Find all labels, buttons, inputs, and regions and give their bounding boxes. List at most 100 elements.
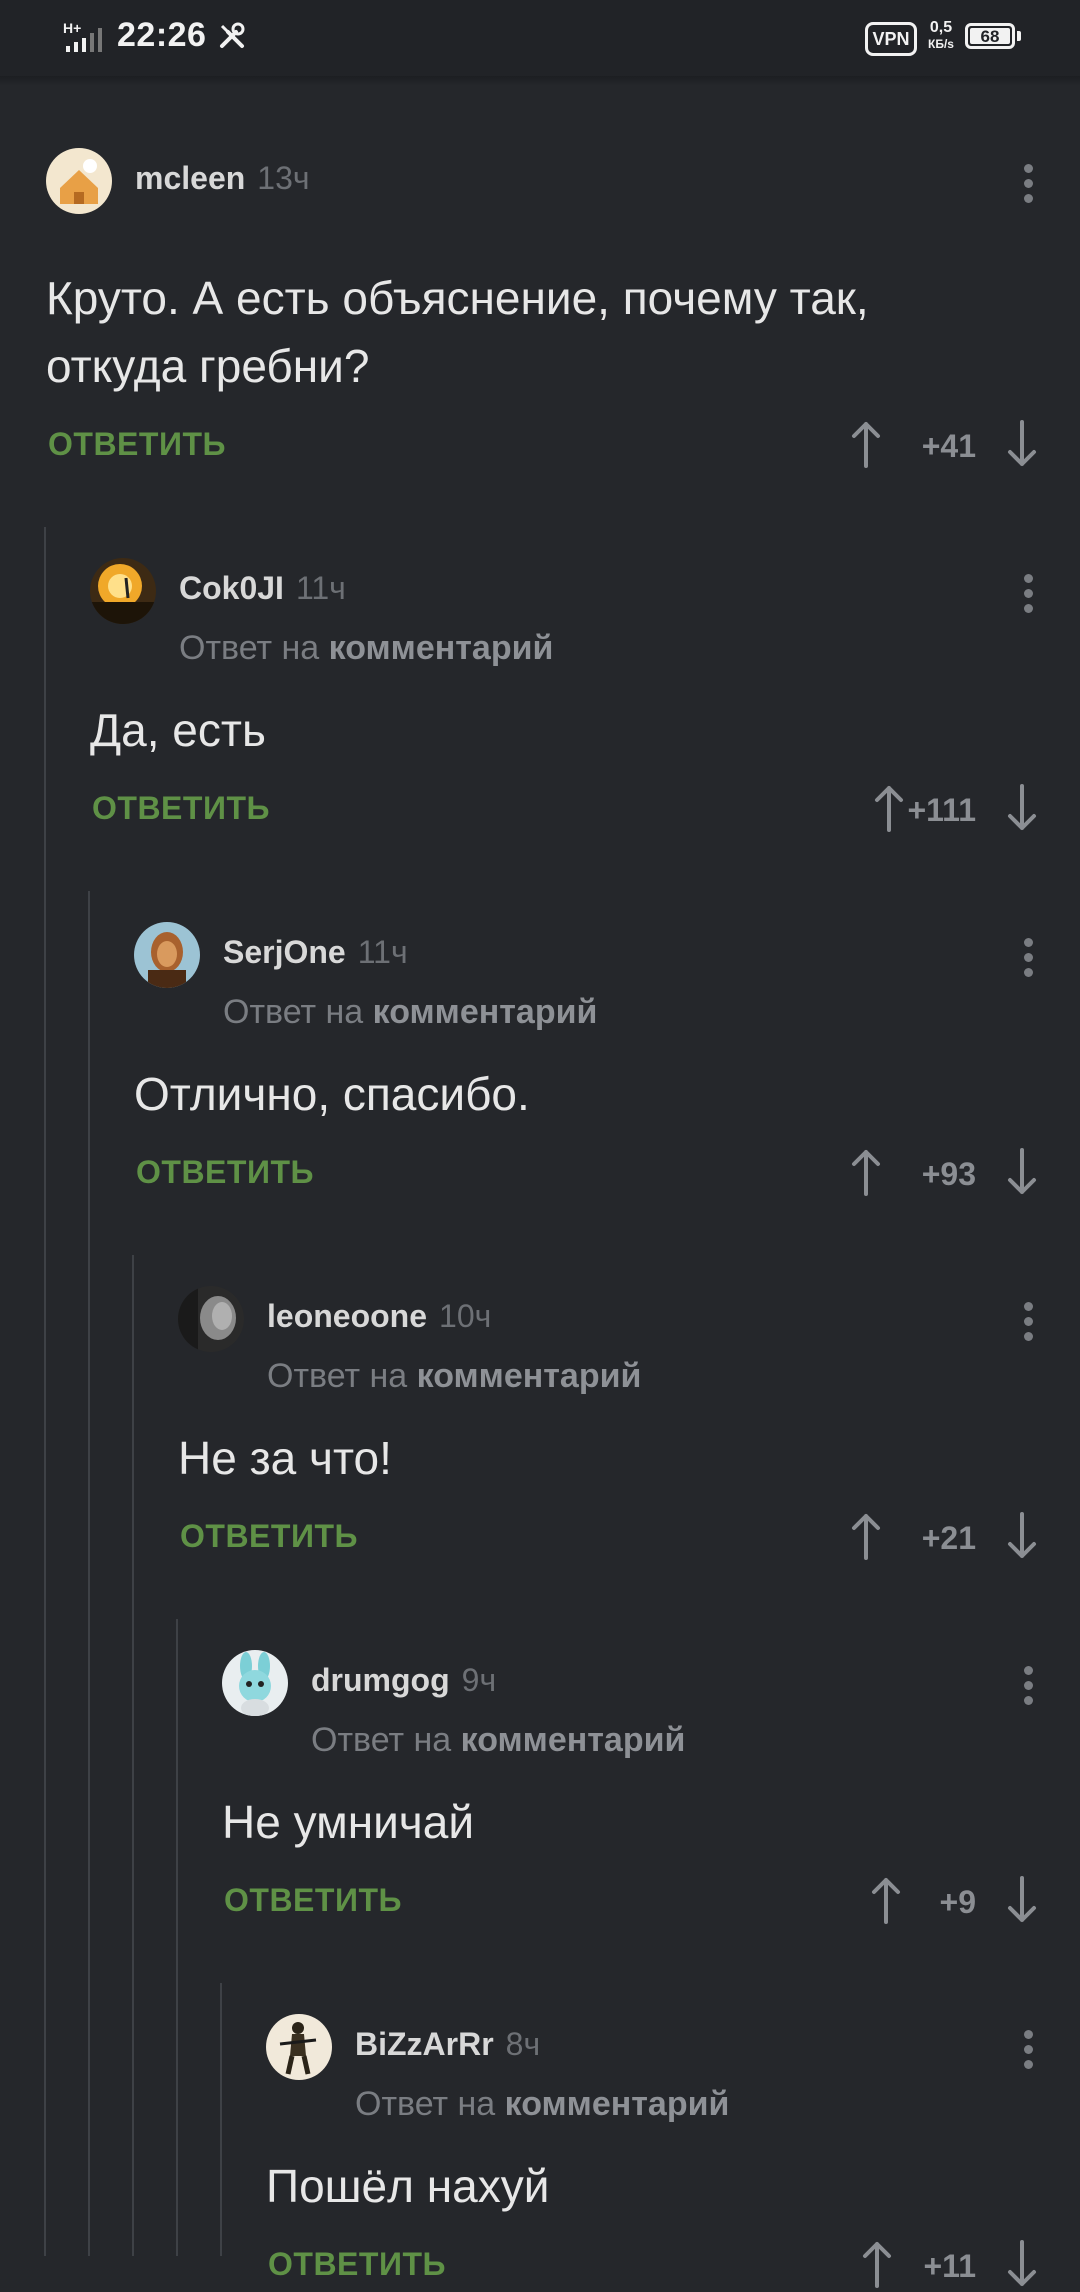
comment: mcleen 13ч Круто. А есть объяснение, поче… bbox=[46, 148, 1080, 508]
vpn-badge: VPN bbox=[865, 22, 917, 56]
portrait-avatar-icon[interactable] bbox=[134, 922, 200, 988]
downvote-arrow-icon[interactable] bbox=[1004, 1512, 1040, 1560]
comment-author[interactable]: Cok0JI 11ч bbox=[179, 570, 346, 607]
reply-to-prefix: Ответ на bbox=[179, 629, 320, 667]
vote-score: +11 bbox=[923, 2248, 976, 2284]
reply-to-link[interactable]: комментарий bbox=[505, 2085, 730, 2123]
thread-line bbox=[132, 1255, 134, 2256]
reply-to: Ответ на комментарий bbox=[311, 1721, 685, 1760]
more-options-icon[interactable] bbox=[1022, 938, 1034, 978]
comment-text-line: Не за что! bbox=[178, 1432, 392, 1484]
reply-to-prefix: Ответ на bbox=[267, 1357, 408, 1395]
comment-actions: ОТВЕТИТЬ +111 bbox=[90, 780, 1080, 836]
reply-button[interactable]: ОТВЕТИТЬ bbox=[92, 790, 270, 827]
author-name[interactable]: drumgog bbox=[311, 1662, 450, 1698]
more-options-icon[interactable] bbox=[1022, 2030, 1034, 2070]
comment-time: 10ч bbox=[439, 1298, 492, 1334]
comment-header: SerjOne 11ч Ответ на комментарий bbox=[134, 922, 1080, 1031]
reply-to-link[interactable]: комментарий bbox=[329, 629, 554, 667]
upvote-arrow-icon[interactable] bbox=[848, 1148, 884, 1196]
more-options-icon[interactable] bbox=[1022, 1302, 1034, 1342]
battery-level: 68 bbox=[970, 28, 1010, 45]
more-options-icon[interactable] bbox=[1022, 574, 1034, 614]
upvote-arrow-icon[interactable] bbox=[848, 420, 884, 468]
face-avatar-icon[interactable] bbox=[178, 1286, 244, 1352]
upvote-arrow-icon[interactable] bbox=[871, 784, 907, 832]
comment-actions: ОТВЕТИТЬ +93 bbox=[134, 1144, 1080, 1200]
reply-button[interactable]: ОТВЕТИТЬ bbox=[268, 2246, 446, 2283]
comment-text-line: Да, есть bbox=[90, 704, 266, 756]
downvote-arrow-icon[interactable] bbox=[1004, 420, 1040, 468]
comment-author[interactable]: leoneoone 10ч bbox=[267, 1298, 491, 1335]
soldier-avatar-icon[interactable] bbox=[266, 2014, 332, 2080]
comment-text: Да, есть bbox=[90, 696, 266, 764]
vote-score: +21 bbox=[921, 1520, 976, 1556]
comment: leoneoone 10ч Ответ на комментарий Не за … bbox=[178, 1286, 1080, 1626]
status-bar: H+ 22:26 VPN 0,5 КБ/s 68 bbox=[0, 0, 1080, 76]
comment-header: drumgog 9ч Ответ на комментарий bbox=[222, 1650, 1080, 1759]
reply-to-link[interactable]: комментарий bbox=[417, 1357, 642, 1395]
reply-button[interactable]: ОТВЕТИТЬ bbox=[48, 426, 226, 463]
vote-score: +93 bbox=[921, 1156, 976, 1192]
author-name[interactable]: leoneoone bbox=[267, 1298, 427, 1334]
comment-author[interactable]: SerjOne 11ч bbox=[223, 934, 408, 971]
thread-line bbox=[176, 1619, 178, 2256]
comment: Cok0JI 11ч Ответ на комментарий Да, есть … bbox=[90, 558, 1080, 898]
reply-to-prefix: Ответ на bbox=[223, 993, 364, 1031]
reply-to-prefix: Ответ на bbox=[311, 1721, 452, 1759]
comment-text-line: Отлично, спасибо. bbox=[134, 1068, 530, 1120]
status-shadow bbox=[0, 76, 1080, 86]
sunset-avatar-icon[interactable] bbox=[90, 558, 156, 624]
upvote-arrow-icon[interactable] bbox=[848, 1512, 884, 1560]
more-options-icon[interactable] bbox=[1022, 1666, 1034, 1706]
signal-icon: H+ bbox=[63, 20, 102, 52]
comment-actions: ОТВЕТИТЬ +9 bbox=[222, 1872, 1080, 1928]
author-name[interactable]: Cok0JI bbox=[179, 570, 284, 606]
reply-button[interactable]: ОТВЕТИТЬ bbox=[180, 1518, 358, 1555]
thread-line bbox=[88, 891, 90, 2256]
comment: BiZzArRr 8ч Ответ на комментарий Пошёл на… bbox=[266, 2014, 1080, 2288]
downvote-arrow-icon[interactable] bbox=[1004, 1148, 1040, 1196]
reply-to-link[interactable]: комментарий bbox=[461, 1721, 686, 1759]
tools-icon bbox=[220, 22, 245, 48]
comment-header: mcleen 13ч bbox=[46, 148, 1080, 218]
network-speed: 0,5 КБ/s bbox=[924, 20, 958, 52]
comment-time: 11ч bbox=[357, 934, 408, 970]
comment-author[interactable]: BiZzArRr 8ч bbox=[355, 2026, 540, 2063]
author-name[interactable]: SerjOne bbox=[223, 934, 346, 970]
comment-text: Круто. А есть объяснение, почему так, от… bbox=[46, 264, 869, 400]
comment-text: Пошёл нахуй bbox=[266, 2152, 549, 2220]
comment-actions: ОТВЕТИТЬ +11 bbox=[266, 2236, 1080, 2292]
house-avatar-icon[interactable] bbox=[46, 148, 112, 214]
thread-line bbox=[44, 527, 46, 2256]
more-options-icon[interactable] bbox=[1022, 164, 1034, 204]
comment-text: Отлично, спасибо. bbox=[134, 1060, 530, 1128]
upvote-arrow-icon[interactable] bbox=[868, 1876, 904, 1924]
author-name[interactable]: BiZzArRr bbox=[355, 2026, 494, 2062]
comment-text-line: Пошёл нахуй bbox=[266, 2160, 550, 2212]
upvote-arrow-icon[interactable] bbox=[859, 2240, 895, 2288]
comment: SerjOne 11ч Ответ на комментарий Отлично,… bbox=[134, 922, 1080, 1262]
reply-to-prefix: Ответ на bbox=[355, 2085, 496, 2123]
comment-time: 11ч bbox=[295, 570, 346, 606]
comment-actions: ОТВЕТИТЬ +41 bbox=[46, 416, 1080, 472]
comment-author[interactable]: drumgog 9ч bbox=[311, 1662, 496, 1699]
comment-text: Не умничай bbox=[222, 1788, 474, 1856]
reply-button[interactable]: ОТВЕТИТЬ bbox=[224, 1882, 402, 1919]
thread-line bbox=[220, 1983, 222, 2256]
clock: 22:26 bbox=[117, 16, 207, 54]
vote-score: +111 bbox=[907, 792, 976, 828]
reply-to: Ответ на комментарий bbox=[267, 1357, 641, 1396]
downvote-arrow-icon[interactable] bbox=[1004, 1876, 1040, 1924]
reply-to-link[interactable]: комментарий bbox=[373, 993, 598, 1031]
plush-bunny-avatar-icon[interactable] bbox=[222, 1650, 288, 1716]
downvote-arrow-icon[interactable] bbox=[1004, 2240, 1040, 2288]
author-name[interactable]: mcleen bbox=[135, 160, 245, 196]
comment-actions: ОТВЕТИТЬ +21 bbox=[178, 1508, 1080, 1564]
comment-time: 9ч bbox=[461, 1662, 497, 1698]
reply-button[interactable]: ОТВЕТИТЬ bbox=[136, 1154, 314, 1191]
downvote-arrow-icon[interactable] bbox=[1004, 784, 1040, 832]
speed-unit: КБ/s bbox=[928, 37, 954, 51]
comment-time: 8ч bbox=[505, 2026, 541, 2062]
comment-author[interactable]: mcleen 13ч bbox=[135, 160, 310, 197]
